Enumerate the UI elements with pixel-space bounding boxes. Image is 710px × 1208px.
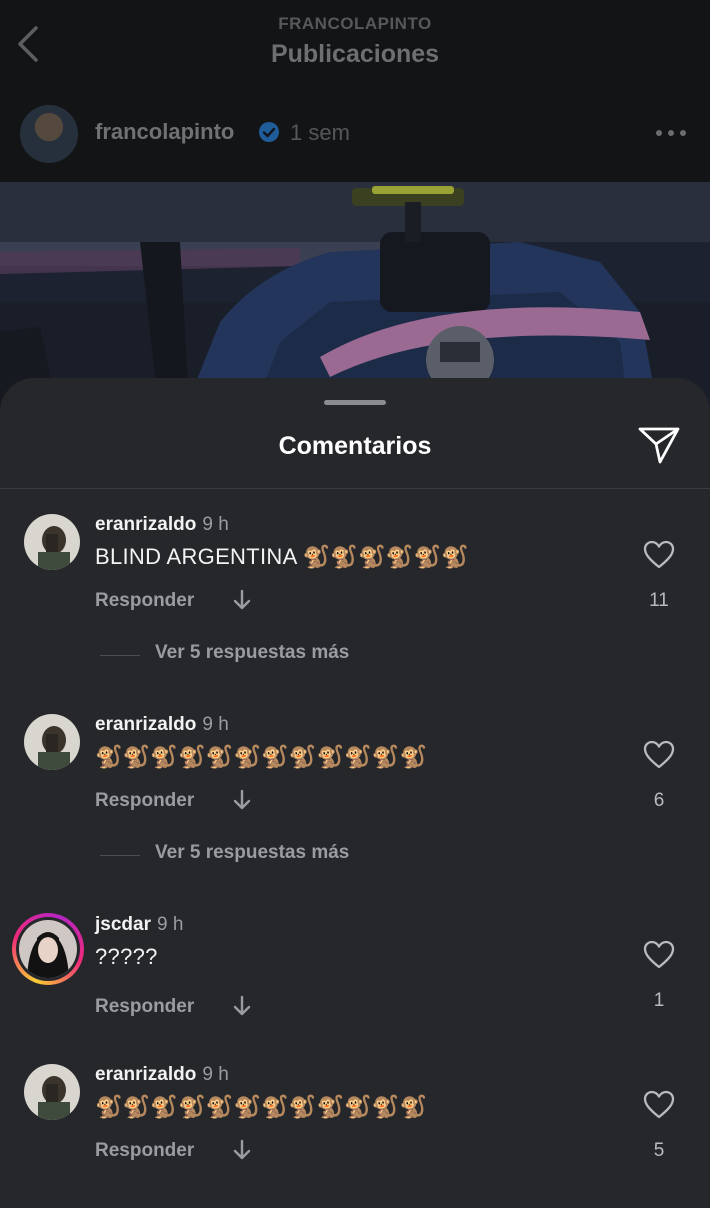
down-arrow-icon[interactable] (231, 788, 253, 812)
reply-button[interactable]: Responder (95, 590, 194, 612)
comment-username[interactable]: eranrizaldo 9 h (95, 714, 229, 736)
reply-button[interactable]: Responder (95, 996, 194, 1018)
comment-item: eranrizaldo 9 h 🐒🐒🐒🐒🐒🐒🐒🐒🐒🐒🐒🐒 Responder 5 (0, 1064, 710, 1174)
verified-badge-icon (259, 122, 279, 142)
sheet-drag-handle[interactable] (324, 400, 386, 405)
comment-time: 9 h (156, 914, 184, 935)
comment-time: 9 h (202, 1064, 229, 1085)
like-count: 11 (649, 590, 669, 611)
comment-time: 9 h (202, 514, 229, 535)
replies-line (100, 655, 140, 656)
header-account-name: FRANCOLAPINTO (278, 14, 432, 33)
like-count: 1 (653, 990, 665, 1011)
comment-text: 🐒🐒🐒🐒🐒🐒🐒🐒🐒🐒🐒🐒 (95, 1094, 428, 1119)
comment-username-text[interactable]: eranrizaldo (95, 714, 196, 735)
heart-icon[interactable] (643, 940, 675, 970)
heart-icon[interactable] (643, 1090, 675, 1120)
post-header: francolapinto 1 sem (0, 95, 710, 182)
like-count: 5 (653, 1140, 665, 1161)
comment-username-text[interactable]: jscdar (95, 914, 151, 935)
reply-button[interactable]: Responder (95, 790, 194, 812)
comment-username-text[interactable]: eranrizaldo (95, 1064, 196, 1085)
post-timestamp: 1 sem (290, 120, 350, 145)
sheet-divider (0, 488, 710, 489)
comment-item: eranrizaldo 9 h BLIND ARGENTINA 🐒🐒🐒🐒🐒🐒 Re… (0, 514, 710, 624)
comment-username-text[interactable]: eranrizaldo (95, 514, 196, 535)
comment-username[interactable]: jscdar 9 h (95, 914, 183, 936)
replies-line (100, 855, 140, 856)
comment-text: 🐒🐒🐒🐒🐒🐒🐒🐒🐒🐒🐒🐒 (95, 744, 428, 769)
heart-icon[interactable] (643, 740, 675, 770)
comment-text: BLIND ARGENTINA 🐒🐒🐒🐒🐒🐒 (95, 544, 469, 569)
heart-icon[interactable] (643, 540, 675, 570)
post-author-avatar[interactable] (20, 105, 78, 163)
comment-avatar[interactable] (24, 514, 80, 570)
like-count: 6 (653, 790, 665, 811)
comment-item: eranrizaldo 9 h 🐒🐒🐒🐒🐒🐒🐒🐒🐒🐒🐒🐒 Responder 6 (0, 714, 710, 824)
more-options-icon[interactable] (654, 123, 688, 143)
comment-avatar[interactable] (24, 714, 80, 770)
down-arrow-icon[interactable] (231, 994, 253, 1018)
view-replies-text[interactable]: Ver 5 respuestas más (155, 642, 349, 664)
page-title: Publicaciones (270, 40, 440, 68)
comment-avatar-story-ring[interactable] (12, 913, 84, 985)
comments-sheet: Comentarios eranrizaldo 9 h BLIND ARGENTI… (0, 378, 710, 1208)
comment-avatar[interactable] (24, 1064, 80, 1120)
view-replies-button[interactable]: Ver 5 respuestas más (0, 842, 710, 872)
top-bar: FRANCOLAPINTO Publicaciones (0, 0, 710, 95)
comment-item: jscdar 9 h ????? Responder 1 (0, 913, 710, 1024)
view-replies-text[interactable]: Ver 5 respuestas más (155, 842, 349, 864)
reply-button[interactable]: Responder (95, 1140, 194, 1162)
post-author-username[interactable]: francolapinto (95, 119, 234, 145)
comment-text: ????? (95, 944, 158, 969)
comment-username[interactable]: eranrizaldo 9 h (95, 1064, 229, 1086)
comment-avatar (16, 917, 80, 981)
share-send-icon[interactable] (636, 424, 682, 466)
down-arrow-icon[interactable] (231, 588, 253, 612)
comment-username[interactable]: eranrizaldo 9 h (95, 514, 229, 536)
sheet-title: Comentarios (278, 432, 432, 460)
down-arrow-icon[interactable] (231, 1138, 253, 1162)
comment-time: 9 h (202, 714, 229, 735)
view-replies-button[interactable]: Ver 5 respuestas más (0, 642, 710, 672)
